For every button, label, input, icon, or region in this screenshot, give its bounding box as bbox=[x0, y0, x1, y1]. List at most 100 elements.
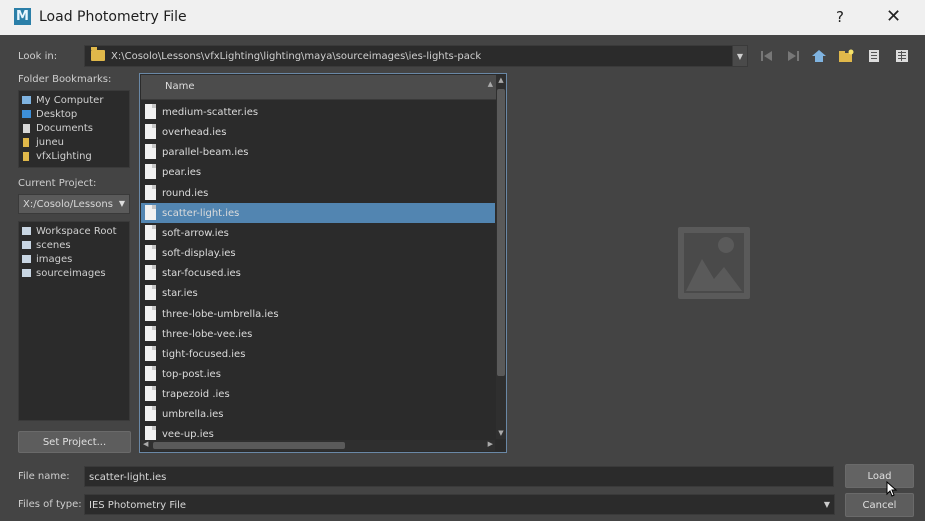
project-item-label: images bbox=[36, 253, 73, 265]
file-row[interactable]: soft-display.ies bbox=[141, 243, 495, 263]
folder-icon bbox=[22, 227, 31, 235]
scroll-down-icon[interactable]: ▼ bbox=[496, 429, 506, 439]
file-document-icon bbox=[145, 224, 156, 240]
computer-icon bbox=[22, 96, 31, 104]
chevron-down-icon[interactable]: ▼ bbox=[119, 199, 125, 208]
file-row[interactable]: three-lobe-vee.ies bbox=[141, 324, 495, 344]
image-preview-placeholder-icon bbox=[678, 227, 750, 299]
folder-icon bbox=[22, 269, 31, 277]
close-button[interactable]: ✕ bbox=[886, 6, 901, 27]
project-folders-list: Workspace Root scenes images sourceimage… bbox=[18, 221, 130, 421]
project-combo[interactable]: X:/Cosolo/Lessons/ ▼ bbox=[18, 194, 130, 214]
file-document-icon bbox=[145, 245, 156, 261]
cancel-button[interactable]: Cancel bbox=[845, 493, 914, 517]
scrollbar-thumb[interactable] bbox=[153, 442, 345, 449]
files-of-type-label: Files of type: bbox=[18, 499, 82, 510]
look-in-path: X:\Cosolo\Lessons\vfxLighting\lighting\m… bbox=[111, 51, 482, 62]
file-row[interactable]: star.ies bbox=[141, 283, 495, 303]
bookmarks-list: My Computer Desktop Documents juneu vfxL… bbox=[18, 90, 130, 168]
file-document-icon bbox=[145, 285, 156, 301]
column-header-label: Name bbox=[165, 81, 195, 92]
file-name-text: tight-focused.ies bbox=[162, 348, 246, 360]
folder-user-icon bbox=[23, 151, 29, 161]
file-document-icon bbox=[145, 386, 156, 402]
project-item-images[interactable]: images bbox=[22, 252, 72, 266]
bookmark-label: juneu bbox=[36, 136, 64, 148]
folder-user-icon bbox=[23, 137, 29, 147]
scrollbar-thumb[interactable] bbox=[497, 89, 505, 376]
scroll-right-icon[interactable]: ▶ bbox=[488, 440, 493, 448]
file-name-text: scatter-light.ies bbox=[162, 207, 240, 219]
file-document-icon bbox=[145, 406, 156, 422]
file-row[interactable]: pear.ies bbox=[141, 162, 495, 182]
bookmark-desktop[interactable]: Desktop bbox=[22, 107, 77, 121]
bookmarks-label: Folder Bookmarks: bbox=[18, 74, 112, 85]
scroll-up-icon[interactable]: ▲ bbox=[496, 76, 506, 86]
project-path: X:/Cosolo/Lessons/ bbox=[23, 199, 113, 210]
file-row[interactable]: soft-arrow.ies bbox=[141, 223, 495, 243]
file-name-label: File name: bbox=[18, 471, 70, 482]
project-item-scenes[interactable]: scenes bbox=[22, 238, 71, 252]
forward-icon[interactable] bbox=[785, 48, 801, 64]
folder-icon bbox=[22, 241, 31, 249]
file-row[interactable]: medium-scatter.ies bbox=[141, 102, 495, 122]
look-in-combo[interactable]: X:\Cosolo\Lessons\vfxLighting\lighting\m… bbox=[84, 45, 748, 67]
file-name-text: three-lobe-vee.ies bbox=[162, 328, 253, 340]
file-row[interactable]: star-focused.ies bbox=[141, 263, 495, 283]
file-name-text: star.ies bbox=[162, 288, 198, 300]
file-name-text: trapezoid .ies bbox=[162, 389, 230, 401]
detail-view-icon[interactable] bbox=[894, 48, 910, 64]
current-project-label: Current Project: bbox=[18, 178, 97, 189]
bookmark-label: Documents bbox=[36, 122, 94, 134]
file-row[interactable]: umbrella.ies bbox=[141, 404, 495, 424]
file-name-text: umbrella.ies bbox=[162, 409, 224, 421]
file-row[interactable]: scatter-light.ies bbox=[141, 202, 495, 223]
file-row[interactable]: three-lobe-umbrella.ies bbox=[141, 304, 495, 324]
sort-arrow-icon: ▲ bbox=[487, 80, 493, 88]
file-name-input[interactable]: scatter-light.ies bbox=[84, 466, 834, 487]
chevron-down-icon[interactable]: ▼ bbox=[732, 46, 747, 66]
load-button[interactable]: Load bbox=[845, 464, 914, 488]
bookmark-documents[interactable]: Documents bbox=[22, 121, 93, 135]
chevron-down-icon[interactable]: ▼ bbox=[824, 500, 830, 509]
title-bar: M Load Photometry File ? ✕ bbox=[0, 0, 925, 35]
project-item-workspace-root[interactable]: Workspace Root bbox=[22, 224, 117, 238]
bookmark-juneu[interactable]: juneu bbox=[22, 135, 64, 149]
file-row[interactable]: trapezoid .ies bbox=[141, 384, 495, 404]
file-row[interactable]: round.ies bbox=[141, 183, 495, 203]
scroll-left-icon[interactable]: ◀ bbox=[143, 440, 148, 448]
project-item-sourceimages[interactable]: sourceimages bbox=[22, 266, 106, 280]
file-name-text: round.ies bbox=[162, 187, 209, 199]
file-row[interactable]: top-post.ies bbox=[141, 364, 495, 384]
name-column-header[interactable]: Name ▲ bbox=[141, 75, 497, 100]
bookmark-my-computer[interactable]: My Computer bbox=[22, 93, 103, 107]
file-row[interactable]: tight-focused.ies bbox=[141, 344, 495, 364]
file-row[interactable]: overhead.ies bbox=[141, 122, 495, 142]
vertical-scrollbar[interactable]: ▲ ▼ bbox=[496, 75, 506, 439]
file-document-icon bbox=[145, 164, 156, 180]
file-document-icon bbox=[145, 426, 156, 440]
horizontal-scrollbar[interactable]: ◀ ▶ bbox=[141, 440, 495, 451]
file-name-value: scatter-light.ies bbox=[89, 472, 167, 483]
file-document-icon bbox=[145, 144, 156, 160]
file-row[interactable]: parallel-beam.ies bbox=[141, 142, 495, 162]
help-button[interactable]: ? bbox=[836, 8, 844, 26]
files-of-type-combo[interactable]: IES Photometry File ▼ bbox=[84, 494, 835, 515]
bookmark-label: vfxLighting bbox=[36, 150, 92, 162]
project-item-label: sourceimages bbox=[36, 267, 106, 279]
file-name-text: soft-arrow.ies bbox=[162, 227, 229, 239]
new-folder-icon[interactable] bbox=[838, 48, 854, 64]
file-document-icon bbox=[145, 325, 156, 341]
file-row[interactable]: vee-up.ies bbox=[141, 424, 495, 440]
folder-icon bbox=[22, 255, 31, 263]
window-title: Load Photometry File bbox=[39, 9, 187, 25]
maya-app-icon: M bbox=[14, 8, 31, 25]
set-project-button[interactable]: Set Project... bbox=[18, 431, 131, 453]
file-name-text: parallel-beam.ies bbox=[162, 147, 249, 159]
documents-icon bbox=[23, 123, 30, 133]
home-icon[interactable] bbox=[811, 48, 827, 64]
desktop-icon bbox=[22, 110, 31, 118]
list-view-icon[interactable] bbox=[866, 48, 882, 64]
back-icon[interactable] bbox=[759, 48, 775, 64]
bookmark-vfxlighting[interactable]: vfxLighting bbox=[22, 149, 92, 163]
